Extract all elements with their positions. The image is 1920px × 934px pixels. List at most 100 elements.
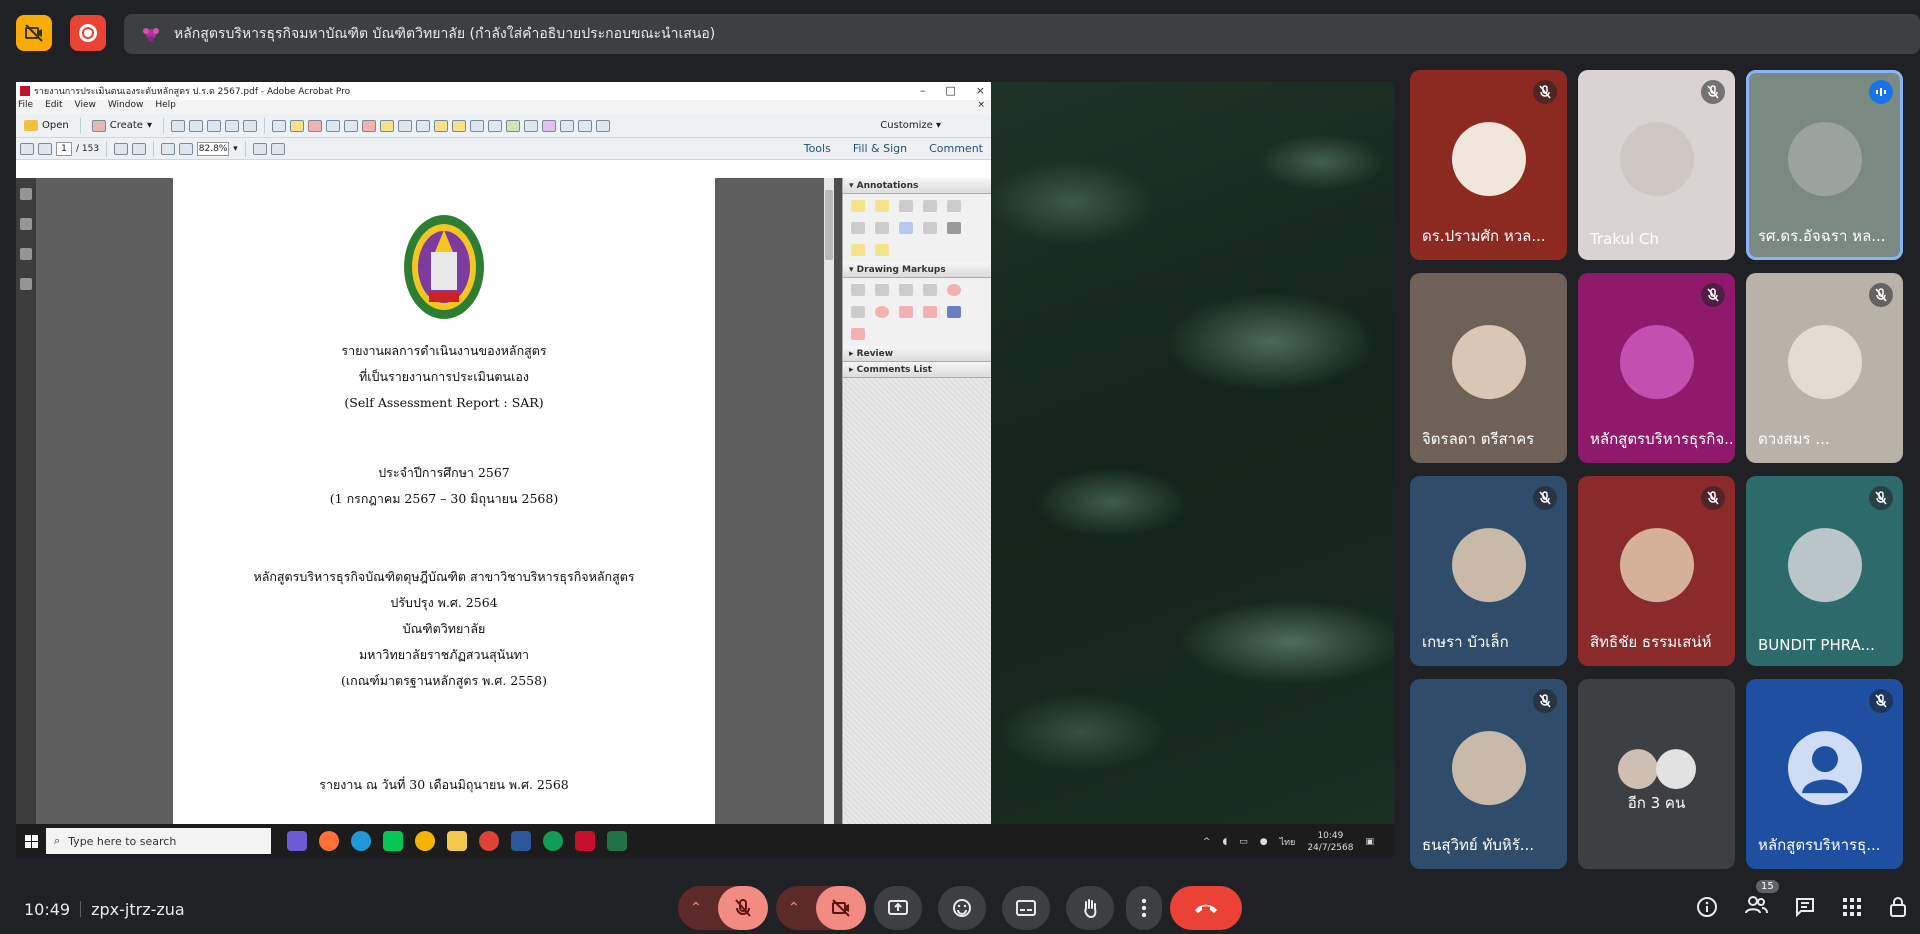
fit-width-icon[interactable] — [270, 142, 285, 155]
textbox-icon[interactable] — [875, 284, 889, 296]
settings-icon[interactable] — [271, 119, 286, 132]
edit-icon[interactable] — [224, 119, 239, 132]
page-number-input[interactable]: 1 — [56, 141, 72, 156]
minimize-icon[interactable]: – — [920, 84, 926, 97]
chrome-icon[interactable] — [543, 831, 563, 851]
cloud-icon[interactable] — [188, 119, 203, 132]
tool-icon[interactable] — [577, 119, 592, 132]
file-explorer-icon[interactable] — [447, 831, 467, 851]
tool-icon[interactable] — [343, 119, 358, 132]
select-tool-icon[interactable] — [114, 142, 129, 155]
textbox-icon[interactable] — [947, 222, 961, 234]
tool-icon[interactable] — [325, 119, 340, 132]
leave-call-button[interactable] — [1170, 886, 1242, 930]
tool-icon[interactable] — [451, 119, 466, 132]
line-icon[interactable] — [899, 284, 913, 296]
meeting-code[interactable]: zpx-jtrz-zua — [91, 900, 185, 919]
people-button[interactable]: 15 — [1744, 880, 1779, 920]
signatures-icon[interactable] — [20, 278, 32, 290]
chevron-up-icon[interactable]: ⌃ — [690, 900, 702, 916]
tool-icon[interactable] — [379, 119, 394, 132]
menu-window[interactable]: Window — [108, 100, 144, 114]
comment-tab[interactable]: Comment — [929, 142, 983, 155]
menu-view[interactable]: View — [75, 100, 96, 114]
info-icon[interactable] — [1696, 896, 1718, 918]
pages-icon[interactable] — [20, 188, 32, 200]
participant-tile[interactable]: หลักสูตรบริหารธุ... — [1746, 679, 1903, 869]
tool-icon[interactable] — [397, 119, 412, 132]
prev-page-icon[interactable] — [20, 142, 34, 155]
stamp-icon[interactable] — [851, 222, 865, 234]
tool-icon[interactable] — [505, 119, 520, 132]
polyline-icon[interactable] — [923, 306, 937, 318]
participant-tile[interactable]: รศ.ดร.อัจฉรา หล... — [1746, 70, 1903, 260]
participant-tile[interactable]: ดวงสมร ... — [1746, 273, 1903, 463]
notifications-icon[interactable]: ▣ — [1365, 837, 1374, 847]
cloud-icon[interactable] — [875, 306, 889, 318]
acrobat-icon[interactable] — [575, 831, 595, 851]
comments-list-header[interactable]: ▸ Comments List — [843, 362, 991, 378]
tool-icon[interactable] — [469, 119, 484, 132]
comment-icon[interactable] — [289, 119, 304, 132]
participant-tile[interactable]: หลักสูตรบริหารธุรกิจ... — [1578, 273, 1735, 463]
annotations-header[interactable]: ▾ Annotations — [843, 178, 991, 194]
edge-icon[interactable] — [351, 831, 371, 851]
create-button[interactable]: Create ▾ — [88, 119, 156, 132]
close-icon[interactable]: × — [976, 84, 985, 97]
add-note-icon[interactable] — [875, 244, 889, 256]
text-icon[interactable] — [899, 200, 913, 212]
save-icon[interactable] — [170, 119, 185, 132]
participant-tile[interactable]: อีก 3 คน — [1578, 679, 1735, 869]
zoom-level-input[interactable]: 82.8% — [197, 141, 230, 156]
chevron-up-icon[interactable]: ^ — [1203, 837, 1211, 847]
firefox-icon[interactable] — [319, 831, 339, 851]
eraser-icon[interactable] — [851, 328, 865, 340]
tool-icon[interactable] — [415, 119, 430, 132]
volume-icon[interactable]: ◖ — [1222, 837, 1227, 847]
tool-icon[interactable] — [487, 119, 502, 132]
tool-icon[interactable] — [361, 119, 376, 132]
participant-tile[interactable]: สิทธิชัย ธรรมเสน่ห์ — [1578, 476, 1735, 666]
print-icon[interactable] — [206, 119, 221, 132]
recording-indicator-button[interactable] — [70, 15, 106, 51]
zoom-out-icon[interactable] — [161, 142, 176, 155]
host-controls-lock-icon[interactable] — [1888, 896, 1908, 918]
replace-text-icon[interactable] — [899, 222, 913, 234]
start-button[interactable] — [16, 824, 46, 858]
arrow-icon[interactable] — [923, 284, 937, 296]
network-icon[interactable]: ▭ — [1239, 837, 1248, 847]
document-scrollbar[interactable] — [824, 178, 834, 824]
fit-page-icon[interactable] — [252, 142, 267, 155]
taskbar-search[interactable]: ⌕ Type here to search — [46, 828, 271, 854]
hand-tool-icon[interactable] — [132, 142, 147, 155]
mic-toggle-button[interactable] — [718, 886, 768, 930]
next-page-icon[interactable] — [38, 142, 52, 155]
sticky-note-icon[interactable] — [851, 200, 865, 212]
participant-tile[interactable]: ธนสุวิทย์ ทับหิรั... — [1410, 679, 1567, 869]
strikethrough-icon[interactable] — [923, 222, 937, 234]
line-icon[interactable] — [383, 831, 403, 851]
participant-tile[interactable]: จิตรลดา ตรีสาคร — [1410, 273, 1567, 463]
tool-icon[interactable] — [595, 119, 610, 132]
email-icon[interactable] — [242, 119, 257, 132]
attachments-icon[interactable] — [20, 248, 32, 260]
camera-off-warning-button[interactable] — [16, 15, 52, 51]
insert-text-icon[interactable] — [875, 222, 889, 234]
copilot-icon[interactable] — [287, 831, 307, 851]
participant-tile[interactable]: BUNDIT PHRA... — [1746, 476, 1903, 666]
word-icon[interactable] — [511, 831, 531, 851]
oval-icon[interactable] — [947, 284, 961, 296]
language-indicator[interactable]: ไทย — [1280, 835, 1296, 849]
participant-tile[interactable]: ดร.ปรามศัก หวล... — [1410, 70, 1567, 260]
fill-sign-tab[interactable]: Fill & Sign — [853, 142, 907, 155]
attach-icon[interactable] — [923, 200, 937, 212]
drawing-markups-header[interactable]: ▾ Drawing Markups — [843, 262, 991, 278]
tools-tab[interactable]: Tools — [804, 142, 831, 155]
menu-file[interactable]: File — [18, 100, 33, 114]
activities-grid-icon[interactable] — [1842, 897, 1862, 917]
chrome-icon[interactable] — [415, 831, 435, 851]
captions-button[interactable] — [1002, 886, 1050, 930]
menu-edit[interactable]: Edit — [45, 100, 62, 114]
camera-toggle-button[interactable] — [816, 886, 866, 930]
open-button[interactable]: Open — [20, 120, 73, 131]
